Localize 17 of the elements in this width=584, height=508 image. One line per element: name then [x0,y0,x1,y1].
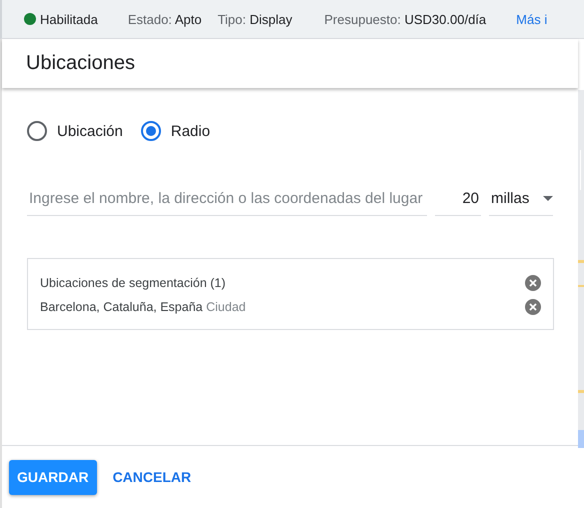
target-location: Barcelona, Cataluña, España Ciudad [40,300,246,314]
radio-option[interactable]: Ubicación [27,121,123,141]
radius-field[interactable]: 20 [435,190,481,216]
more-link[interactable]: Más i [516,12,548,26]
caret-icon [543,196,553,201]
targets-title: Ubicaciones de segmentación (1) [40,276,226,290]
location-search-field[interactable]: Ingrese el nombre, la dirección o las coordenadas del lugar [27,190,427,216]
summary-field: Tipo: Display [218,12,292,26]
panel-title: Ubicaciones [26,52,135,75]
summary-field: Estado: Apto [128,12,202,26]
clear-all-icon[interactable] [525,275,541,291]
radio-option[interactable]: Radio [140,121,210,141]
status-label: Habilitada [40,12,98,26]
cancel-button[interactable]: CANCELAR [104,460,200,494]
remove-icon[interactable] [525,299,541,315]
unit-dropdown[interactable]: millas [489,190,553,216]
summary-field: Presupuesto: USD30.00/día [324,12,486,26]
